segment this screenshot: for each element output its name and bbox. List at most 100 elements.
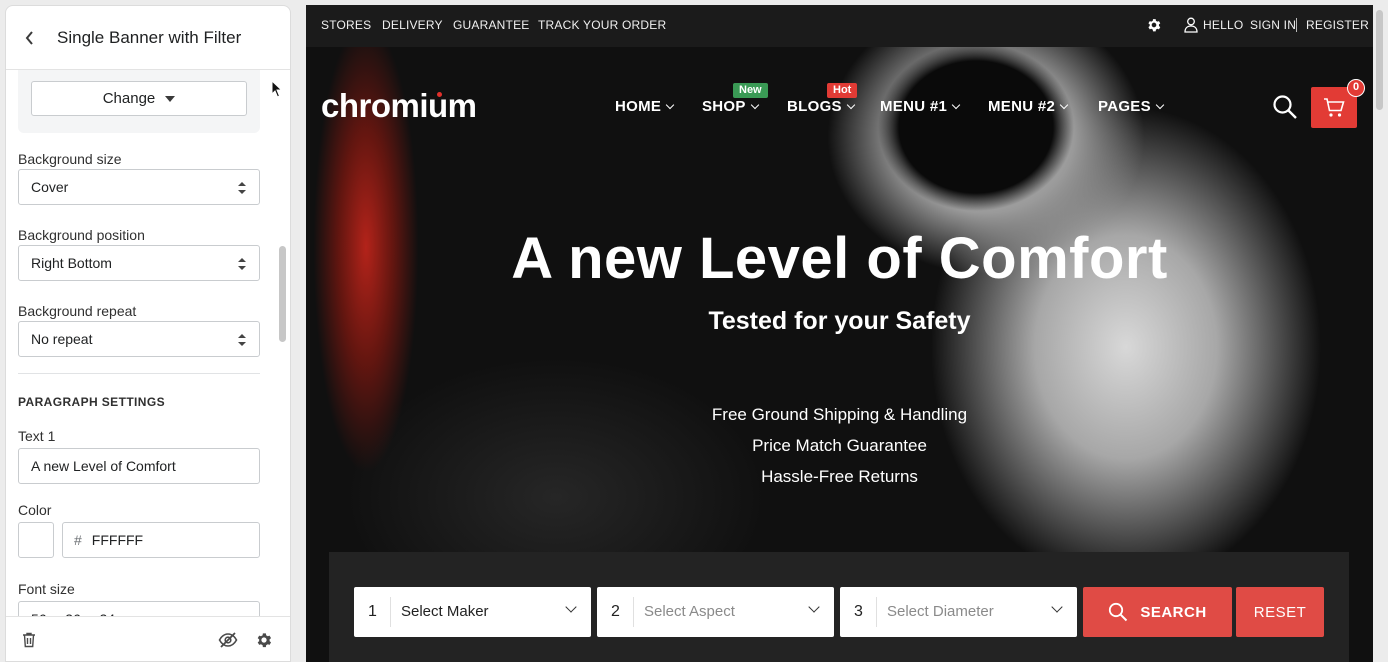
- nav-item-shop[interactable]: SHOP: [702, 98, 759, 115]
- top-link-guarantee[interactable]: GUARANTEE: [453, 18, 529, 32]
- paragraph-settings-heading: PARAGRAPH SETTINGS: [18, 395, 165, 409]
- updown-arrows-icon: [238, 334, 246, 346]
- badge-hot: Hot: [827, 83, 858, 98]
- background-position-label: Background position: [18, 227, 145, 243]
- color-label: Color: [18, 502, 52, 518]
- color-hex-input[interactable]: # FFFFFF: [62, 522, 260, 558]
- select-label: Select Aspect: [644, 603, 735, 620]
- select-diameter[interactable]: 3 Select Diameter: [840, 587, 1077, 637]
- sign-in-link[interactable]: SIGN IN: [1250, 18, 1296, 32]
- background-size-value: Cover: [31, 179, 69, 195]
- hero-line-shipping: Free Ground Shipping & Handling: [711, 405, 968, 424]
- section-divider: [18, 373, 260, 374]
- background-size-select[interactable]: Cover: [18, 169, 260, 205]
- change-label: Change: [102, 90, 156, 107]
- store-preview: STORES DELIVERY GUARANTEE TRACK YOUR ORD…: [306, 5, 1373, 662]
- text1-input[interactable]: [18, 448, 260, 484]
- background-position-value: Right Bottom: [31, 255, 112, 271]
- nav-item-blogs[interactable]: BLOGS: [787, 98, 856, 115]
- nav-item-home[interactable]: HOME: [615, 98, 675, 115]
- hero-title: A new Level of Comfort: [511, 226, 1168, 291]
- chevron-left-icon: [25, 30, 33, 45]
- search-button-label: SEARCH: [1140, 603, 1207, 621]
- panel-scrollbar[interactable]: [279, 70, 286, 618]
- nav-label: BLOGS: [787, 98, 842, 115]
- top-link-track-order[interactable]: TRACK YOUR ORDER: [538, 18, 666, 32]
- panel-header: Single Banner with Filter: [6, 6, 290, 70]
- background-repeat-select[interactable]: No repeat: [18, 321, 260, 357]
- trash-icon[interactable]: [19, 630, 39, 650]
- top-link-delivery[interactable]: DELIVERY: [382, 18, 443, 32]
- cart-count-badge: 0: [1347, 79, 1365, 97]
- preview-scrollbar-thumb[interactable]: [1376, 10, 1383, 110]
- search-icon[interactable]: [1272, 94, 1298, 120]
- preview-scrollbar[interactable]: [1375, 5, 1383, 662]
- back-button[interactable]: [18, 26, 42, 50]
- select-maker[interactable]: 1 Select Maker: [354, 587, 591, 637]
- badge-new: New: [733, 83, 768, 98]
- select-step-number: 1: [368, 603, 377, 620]
- nav-item-menu-1[interactable]: MENU #1: [880, 98, 961, 115]
- register-link[interactable]: REGISTER: [1306, 18, 1369, 32]
- chevron-down-icon: [1155, 100, 1165, 110]
- logo-accent-dot: [437, 92, 442, 97]
- select-separator: [633, 597, 634, 627]
- nav-label: SHOP: [702, 98, 746, 115]
- gear-icon[interactable]: [254, 630, 274, 650]
- cart-icon: [1324, 98, 1345, 117]
- hero-subtitle: Tested for your Safety: [708, 307, 971, 335]
- select-separator: [876, 597, 877, 627]
- top-bar: STORES DELIVERY GUARANTEE TRACK YOUR ORD…: [306, 5, 1373, 47]
- select-label: Select Maker: [401, 603, 489, 620]
- account-hello: HELLO: [1203, 18, 1244, 32]
- select-step-number: 2: [611, 603, 620, 620]
- nav-item-menu-2[interactable]: MENU #2: [988, 98, 1069, 115]
- chevron-down-icon: [808, 601, 820, 613]
- nav-label: MENU #1: [880, 98, 948, 115]
- store-logo[interactable]: chromium: [321, 87, 477, 125]
- image-picker-card: Change: [18, 70, 260, 133]
- background-position-select[interactable]: Right Bottom: [18, 245, 260, 281]
- background-size-label: Background size: [18, 151, 122, 167]
- search-icon: [1109, 602, 1128, 622]
- nav-item-pages[interactable]: PAGES: [1098, 98, 1165, 115]
- nav-label: PAGES: [1098, 98, 1151, 115]
- chevron-down-icon: [665, 100, 675, 110]
- settings-panel: Single Banner with Filter Change Backgro…: [5, 5, 291, 662]
- panel-title: Single Banner with Filter: [57, 27, 242, 47]
- select-separator: [390, 597, 391, 627]
- filter-reset-button[interactable]: RESET: [1236, 587, 1324, 637]
- chevron-down-icon: [1051, 601, 1063, 613]
- chevron-down-icon: [1059, 100, 1069, 110]
- select-step-number: 3: [854, 603, 863, 620]
- eye-off-icon[interactable]: [218, 630, 238, 650]
- font-size-label: Font size: [18, 581, 75, 597]
- color-hex-value: FFFFFF: [91, 532, 144, 548]
- chevron-down-icon: [750, 100, 759, 110]
- vehicle-filter-bar: 1 Select Maker 2 Select Aspect 3 Select …: [329, 552, 1349, 662]
- change-image-button[interactable]: Change: [31, 81, 247, 116]
- hero-line-price-match: Price Match Guarantee: [752, 436, 927, 455]
- user-icon: [1184, 17, 1198, 33]
- app-root: Single Banner with Filter Change Backgro…: [0, 0, 1388, 662]
- settings-gear-icon[interactable]: [1146, 17, 1162, 33]
- hero-line-returns: Hassle-Free Returns: [761, 467, 918, 486]
- text1-label: Text 1: [18, 428, 56, 444]
- chevron-down-icon: [565, 601, 577, 613]
- filter-search-button[interactable]: SEARCH: [1083, 587, 1232, 637]
- top-link-stores[interactable]: STORES: [321, 18, 371, 32]
- nav-label: HOME: [615, 98, 662, 115]
- background-repeat-value: No repeat: [31, 331, 93, 347]
- hex-hash: #: [74, 532, 82, 548]
- reset-button-label: RESET: [1253, 603, 1307, 621]
- nav-label: MENU #2: [988, 98, 1056, 115]
- color-swatch[interactable]: [18, 522, 54, 558]
- panel-scrollbar-thumb[interactable]: [279, 246, 286, 342]
- mouse-cursor-icon: [271, 80, 283, 98]
- chevron-down-icon: [951, 100, 961, 110]
- panel-footer: [6, 616, 290, 661]
- select-aspect[interactable]: 2 Select Aspect: [597, 587, 834, 637]
- panel-scroll-area[interactable]: Change Background size Cover Background …: [6, 70, 290, 618]
- updown-arrows-icon: [238, 258, 246, 270]
- account-separator: [1296, 18, 1297, 32]
